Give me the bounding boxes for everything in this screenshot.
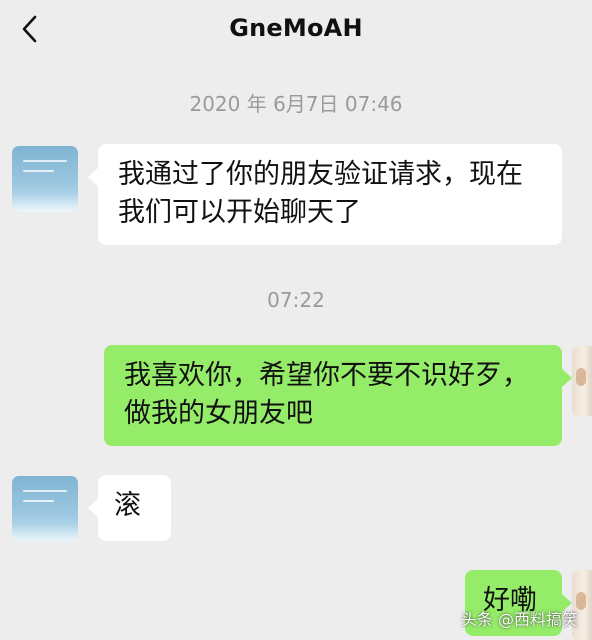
message-text-line: 我们可以开始聊天了 [118, 197, 361, 228]
message-bubble-incoming[interactable]: 滚 [88, 475, 171, 541]
message-bubble-incoming[interactable]: 我通过了你的朋友验证请求，现在 我们可以开始聊天了 [88, 144, 562, 245]
contact-avatar[interactable] [12, 476, 78, 542]
chat-title: GneMoAH [229, 14, 363, 42]
message-text-line: 我喜欢你，希望你不要不识好歹， [124, 360, 529, 391]
chat-header: GneMoAH [0, 0, 592, 60]
timestamp: 07:22 [267, 288, 325, 312]
message-text-line: 我通过了你的朋友验证请求，现在 [118, 159, 523, 190]
contact-avatar[interactable] [12, 146, 78, 212]
watermark: 头条 @西料搞笑 [460, 610, 578, 629]
self-avatar[interactable] [572, 346, 592, 416]
message-text: 滚 [114, 490, 141, 521]
message-text-line: 做我的女朋友吧 [124, 398, 313, 429]
message-bubble-outgoing[interactable]: 我喜欢你，希望你不要不识好歹， 做我的女朋友吧 [104, 345, 572, 446]
avatar-image [576, 368, 586, 386]
timestamp: 2020 年 6月7日 07:46 [189, 92, 403, 116]
